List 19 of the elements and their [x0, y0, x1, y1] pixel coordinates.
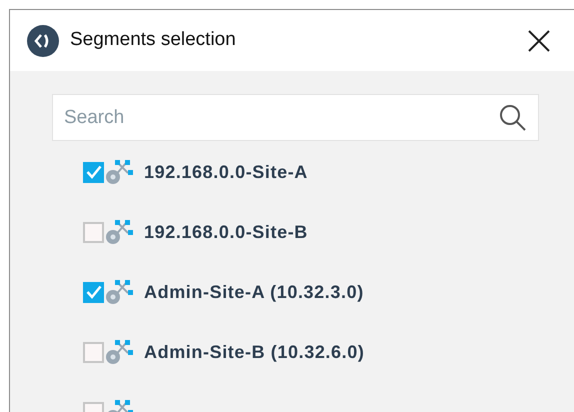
app-logo-icon: [27, 24, 59, 56]
checkbox[interactable]: [83, 222, 104, 242]
segment-label: 192.168.0.0-Site-A: [144, 160, 308, 184]
search-field[interactable]: Search: [52, 94, 539, 141]
checkmark-icon: [86, 285, 102, 299]
segment-label: Admin-Site-A (10.32.3.0): [144, 280, 364, 304]
close-icon: [528, 30, 550, 52]
checkmark-icon: [86, 165, 102, 179]
network-segment-icon: [104, 219, 134, 245]
segment-label: 192.168.0.0-Site-B: [144, 220, 308, 244]
checkbox[interactable]: [83, 342, 104, 362]
network-segment-icon: [104, 159, 134, 185]
network-segment-icon: [104, 339, 134, 365]
search-icon: [499, 104, 527, 132]
segment-label: Admin-Site-B (10.32.6.0): [144, 340, 364, 364]
window-title: Segments selection: [70, 28, 236, 52]
network-segment-icon: [104, 279, 134, 305]
checkbox[interactable]: [83, 282, 104, 302]
checkbox[interactable]: [83, 162, 104, 182]
